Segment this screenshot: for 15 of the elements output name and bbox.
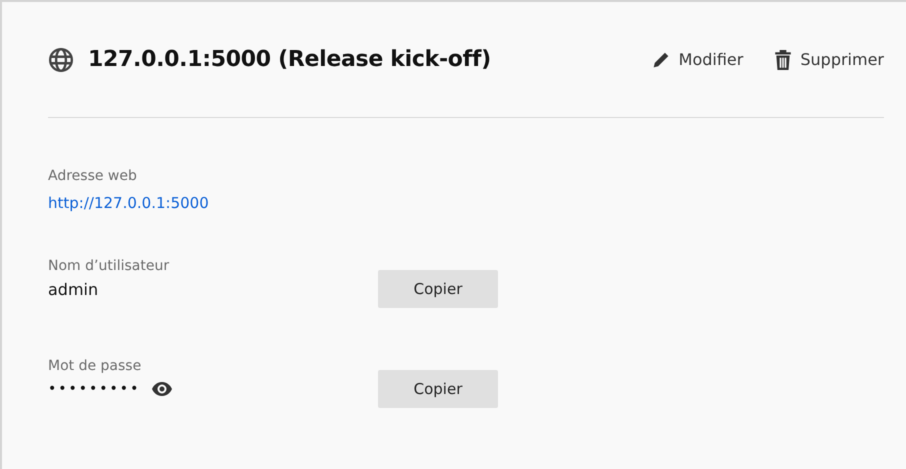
masked-password: ••••••••• [48, 381, 140, 397]
copy-button[interactable]: Copier [378, 270, 498, 308]
edit-button[interactable]: Modifier [652, 50, 744, 69]
field-label: Mot de passe [48, 358, 142, 374]
pencil-icon [652, 50, 670, 68]
trash-icon [775, 50, 792, 70]
copy-button[interactable]: Copier [378, 370, 498, 408]
page-title: 127.0.0.1:5000 (Release kick-off) [88, 47, 492, 72]
field-label: Adresse web [48, 168, 138, 184]
field-label: Nom d’utilisateur [48, 258, 170, 274]
globe-icon [48, 46, 74, 72]
delete-button[interactable]: Supprimer [775, 50, 884, 70]
field-value: admin [48, 280, 100, 298]
url-link[interactable]: http://127.0.0.1:5000 [48, 194, 378, 212]
eye-icon[interactable] [152, 382, 172, 396]
